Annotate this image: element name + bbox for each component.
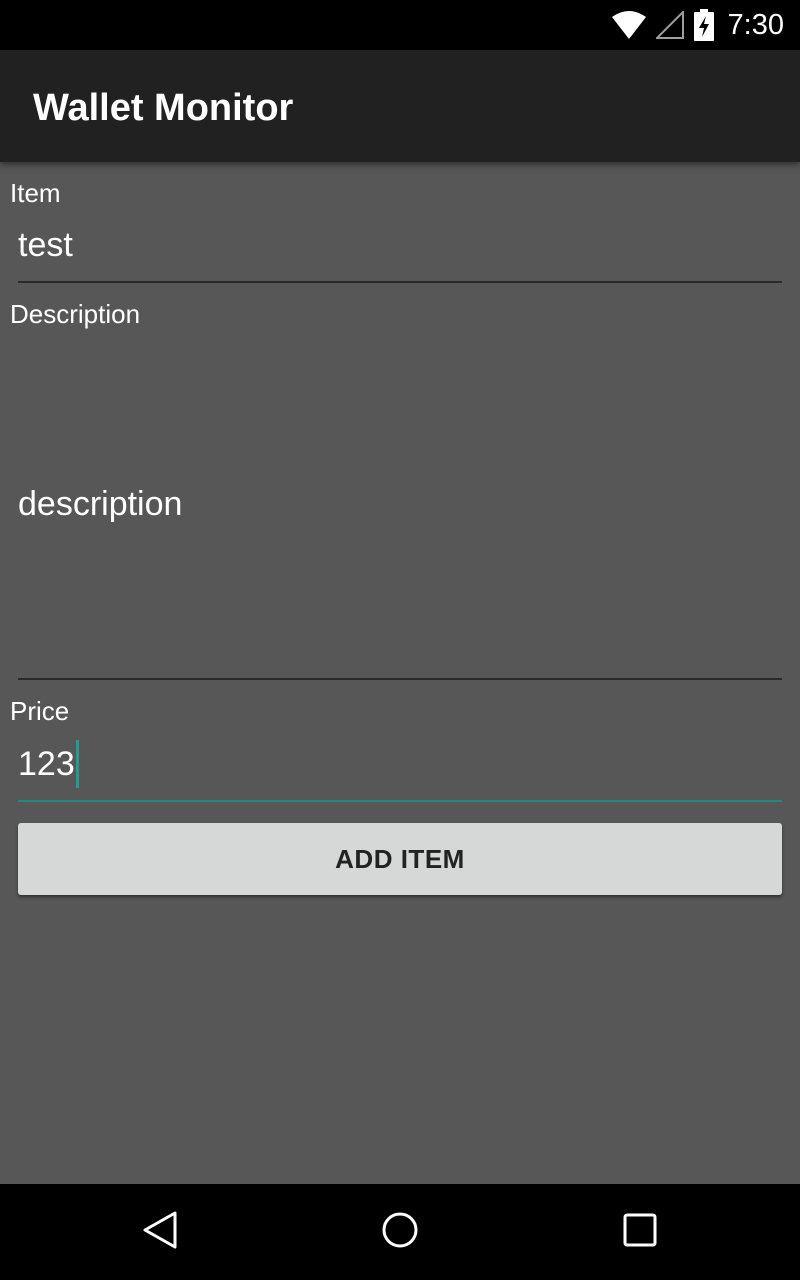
item-input[interactable]: test — [18, 225, 73, 265]
add-item-button[interactable]: ADD ITEM — [18, 823, 782, 895]
text-cursor — [75, 740, 79, 788]
item-input-underline — [18, 281, 782, 283]
description-input-underline — [18, 678, 782, 680]
price-input-text: 123 — [18, 744, 75, 783]
status-icons: 7:30 — [611, 0, 784, 50]
description-input[interactable]: description — [18, 484, 182, 524]
cell-signal-icon — [655, 11, 684, 39]
price-label: Price — [10, 696, 70, 726]
item-label: Item — [10, 178, 61, 208]
app-bar: Wallet Monitor — [0, 50, 800, 162]
recents-button[interactable] — [580, 1184, 700, 1280]
back-icon — [142, 1210, 178, 1255]
back-button[interactable] — [100, 1184, 220, 1280]
wifi-icon — [611, 11, 646, 39]
battery-charging-icon — [693, 9, 714, 41]
price-input-underline — [18, 800, 782, 802]
status-clock: 7:30 — [727, 8, 784, 41]
home-button[interactable] — [340, 1184, 460, 1280]
recents-icon — [623, 1213, 657, 1252]
nav-bar — [0, 1184, 800, 1280]
screen: 7:30 Wallet Monitor Item test Descriptio… — [0, 0, 800, 1280]
description-label: Description — [10, 299, 141, 329]
status-bar: 7:30 — [0, 0, 800, 50]
app-title: Wallet Monitor — [33, 87, 294, 129]
price-input[interactable]: 123 — [18, 740, 79, 790]
home-icon — [381, 1211, 419, 1254]
